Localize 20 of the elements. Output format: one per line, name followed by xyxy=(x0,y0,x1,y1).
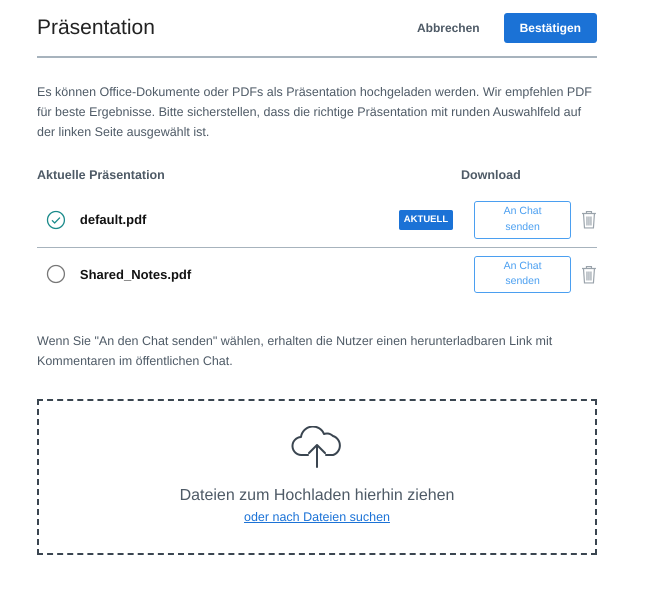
trash-icon[interactable] xyxy=(581,210,597,230)
drop-zone-title: Dateien zum Hochladen hierhin ziehen xyxy=(180,486,454,506)
trash-icon[interactable] xyxy=(581,264,597,284)
info-text: Wenn Sie "An den Chat senden" wählen, erhalten die Nutzer einen herunterladbaren Link mit Kommentaren im öffentlichen Chat. xyxy=(37,332,554,370)
send-to-chat-button[interactable]: An Chat senden xyxy=(474,256,572,293)
dialog-title: Präsentation xyxy=(37,15,155,41)
current-badge: AKTUELL xyxy=(398,210,454,230)
file-name: default.pdf xyxy=(80,211,148,229)
drop-zone[interactable]: Dateien zum Hochladen hierhin ziehen oder nach Dateien suchen xyxy=(37,398,597,555)
column-header: Download xyxy=(461,167,521,184)
browse-files-link[interactable]: oder nach Dateien suchen xyxy=(244,508,390,528)
cancel-button[interactable]: Abbrechen xyxy=(408,15,488,41)
send-to-chat-button[interactable]: An Chat senden xyxy=(474,201,572,238)
confirm-button[interactable]: Bestätigen xyxy=(504,13,597,43)
intro-text: Es können Office-Dokumente oder PDFs als Präsentation hochgeladen werden. Wir empfehlen PDF für beste Ergebnisse. Bitte sicherstellen, dass die richtige Präsentation mit runden Auswahlfeld auf der linken Seite ausgewählt ist. xyxy=(37,84,593,141)
cloud-upload-icon xyxy=(291,426,343,468)
radio-button[interactable] xyxy=(46,264,66,284)
radio-button[interactable] xyxy=(46,210,66,230)
column-header: Aktuelle Präsentation xyxy=(37,167,166,184)
file-name: Shared_Notes.pdf xyxy=(80,266,192,284)
